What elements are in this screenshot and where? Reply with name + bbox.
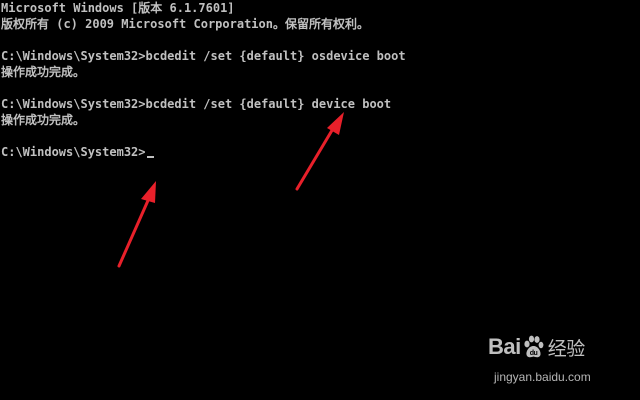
text-cursor xyxy=(146,156,154,158)
command-result-device: 操作成功完成。 xyxy=(1,113,86,127)
watermark-logo: Bai du 经验 xyxy=(488,330,585,364)
watermark-brand-left: Bai xyxy=(488,334,521,359)
command-line-device: C:\Windows\System32>bcdedit /set {defaul… xyxy=(1,97,392,111)
header-copyright-line: 版权所有 (c) 2009 Microsoft Corporation。保留所有… xyxy=(1,17,369,31)
svg-text:du: du xyxy=(529,350,537,357)
baidu-paw-icon: du xyxy=(524,335,544,358)
command-line-osdevice: C:\Windows\System32>bcdedit /set {defaul… xyxy=(1,49,406,63)
command-prompt: C:\Windows\System32> xyxy=(1,145,146,159)
watermark-url: jingyan.baidu.com xyxy=(494,370,591,384)
command-prompt-line[interactable]: C:\Windows\System32> xyxy=(1,144,640,160)
watermark-brand-right: 经验 xyxy=(547,337,586,360)
baidu-jingyan-watermark: Bai du 经验 jingyan.baidu.com xyxy=(488,330,606,388)
command-result-osdevice: 操作成功完成。 xyxy=(1,65,86,79)
header-version-line: Microsoft Windows [版本 6.1.7601] xyxy=(1,1,235,15)
